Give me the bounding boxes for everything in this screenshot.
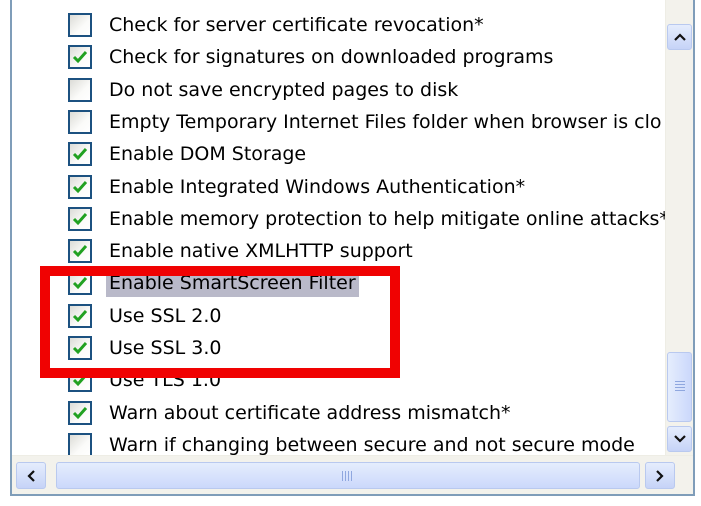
setting-checkbox[interactable]: [68, 432, 92, 456]
settings-list: Check for server certificate revocation*…: [12, 0, 668, 456]
setting-row[interactable]: Enable DOM Storage: [12, 138, 668, 170]
scroll-up-button[interactable]: [667, 24, 692, 50]
setting-label: Check for server certificate revocation*: [109, 14, 484, 36]
setting-row[interactable]: Check for server certificate revocation*: [12, 9, 668, 41]
setting-label: Do not save encrypted pages to disk: [109, 78, 459, 101]
checkmark-icon: [72, 406, 88, 419]
setting-label: Empty Temporary Internet Files folder wh…: [109, 110, 662, 133]
setting-row[interactable]: Enable memory protection to help mitigat…: [12, 203, 668, 235]
checkmark-icon: [72, 148, 88, 161]
checkmark-icon: [72, 309, 88, 322]
setting-checkbox[interactable]: [68, 109, 92, 134]
setting-label: Warn if changing between secure and not …: [109, 433, 635, 456]
checkmark-icon: [72, 374, 88, 387]
setting-label: Enable SmartScreen Filter: [106, 269, 359, 298]
setting-checkbox[interactable]: [68, 174, 92, 199]
advanced-settings-panel: Check for server certificate revocation*…: [10, 0, 695, 496]
checkmark-icon: [72, 180, 88, 193]
setting-row[interactable]: Warn about certificate address mismatch*: [12, 397, 668, 429]
checkmark-icon: [72, 342, 88, 355]
chevron-up-icon: [673, 33, 686, 41]
setting-label: Warn about certificate address mismatch*: [109, 401, 511, 424]
checkmark-icon: [72, 212, 88, 225]
setting-label: Enable memory protection to help mitigat…: [109, 207, 668, 230]
checkmark-icon: [72, 277, 88, 290]
setting-row[interactable]: Enable SmartScreen Filter: [12, 267, 668, 299]
chevron-down-icon: [673, 435, 686, 443]
setting-checkbox[interactable]: [68, 77, 92, 102]
horizontal-scroll-thumb[interactable]: [56, 462, 640, 489]
setting-checkbox[interactable]: [68, 13, 92, 37]
setting-checkbox[interactable]: [68, 336, 92, 360]
setting-label: Enable Integrated Windows Authentication…: [109, 175, 526, 198]
setting-checkbox[interactable]: [68, 45, 92, 70]
checkmark-icon: [72, 51, 88, 64]
setting-label: Enable native XMLHTTP support: [109, 240, 413, 263]
setting-checkbox[interactable]: [68, 142, 92, 167]
setting-row[interactable]: Use SSL 3.0: [12, 332, 668, 364]
setting-row[interactable]: Enable Integrated Windows Authentication…: [12, 171, 668, 203]
checkmark-icon: [72, 245, 88, 258]
vertical-scroll-thumb[interactable]: [667, 352, 692, 422]
scroll-left-button[interactable]: [16, 462, 46, 489]
setting-checkbox[interactable]: [68, 400, 92, 425]
setting-row[interactable]: Check for signatures on downloaded progr…: [12, 41, 668, 73]
setting-row[interactable]: Warn if changing between secure and not …: [12, 429, 668, 456]
chevron-right-icon: [656, 469, 664, 482]
setting-label: Use SSL 3.0: [109, 337, 222, 359]
setting-checkbox[interactable]: [68, 239, 92, 264]
setting-row[interactable]: Use TLS 1.0: [12, 364, 668, 396]
setting-checkbox[interactable]: [68, 368, 92, 393]
vertical-scrollbar[interactable]: [665, 0, 693, 456]
setting-row[interactable]: Use SSL 2.0: [12, 300, 668, 332]
setting-label: Check for signatures on downloaded progr…: [109, 46, 554, 69]
horizontal-scrollbar[interactable]: [12, 455, 693, 494]
chevron-left-icon: [27, 469, 35, 482]
scroll-down-button[interactable]: [667, 426, 692, 452]
scroll-right-button[interactable]: [645, 462, 675, 489]
scroll-grip-icon: [674, 381, 685, 393]
setting-row[interactable]: Enable native XMLHTTP support: [12, 235, 668, 267]
setting-label: Use SSL 2.0: [109, 304, 222, 327]
setting-checkbox[interactable]: [68, 303, 92, 328]
setting-label: Use TLS 1.0: [109, 369, 222, 392]
setting-row[interactable]: Do not save encrypted pages to disk: [12, 74, 668, 106]
setting-row[interactable]: Empty Temporary Internet Files folder wh…: [12, 106, 668, 138]
setting-label: Enable DOM Storage: [109, 143, 307, 166]
setting-checkbox[interactable]: [68, 206, 92, 231]
setting-checkbox[interactable]: [68, 271, 92, 296]
scroll-grip-icon: [342, 470, 354, 481]
